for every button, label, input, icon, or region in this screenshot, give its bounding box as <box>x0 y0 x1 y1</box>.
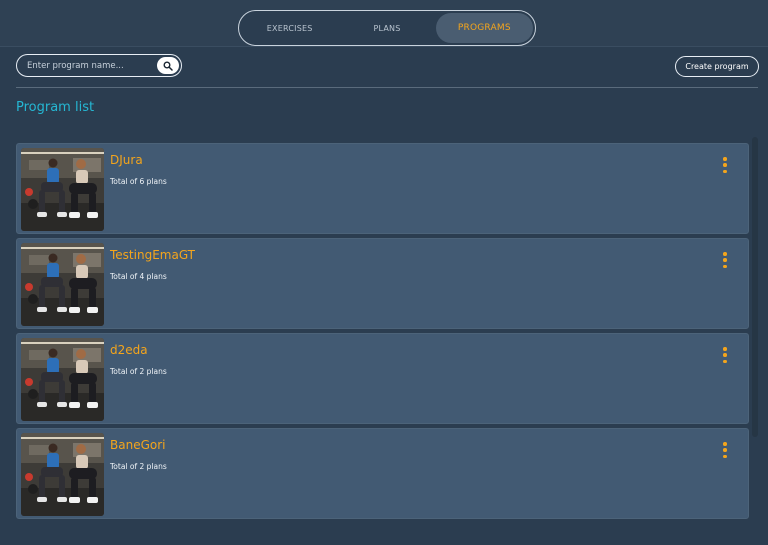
tab-programs[interactable]: PROGRAMS <box>435 13 533 43</box>
program-name: TestingEmaGT <box>110 248 196 262</box>
program-card[interactable]: BaneGori Total of 2 plans <box>16 428 749 519</box>
top-bar: EXERCISES PLANS PROGRAMS <box>0 0 768 47</box>
search-icon <box>163 61 173 71</box>
program-name: d2eda <box>110 343 148 357</box>
program-list: DJura Total of 6 plans TestingEmaGT Tota… <box>16 137 758 527</box>
more-options-icon[interactable] <box>720 251 730 269</box>
program-plan-count: Total of 2 plans <box>110 367 167 376</box>
more-options-icon[interactable] <box>720 441 730 459</box>
page-title: Program list <box>16 100 95 115</box>
search-input[interactable] <box>27 60 157 71</box>
scroll-thumb[interactable] <box>752 137 758 437</box>
tab-plans[interactable]: PLANS <box>338 13 435 43</box>
program-plan-count: Total of 4 plans <box>110 272 167 281</box>
program-plan-count: Total of 2 plans <box>110 462 167 471</box>
scrollbar[interactable] <box>752 137 758 527</box>
divider <box>16 87 758 88</box>
program-name: DJura <box>110 153 143 167</box>
section-tabs: EXERCISES PLANS PROGRAMS <box>238 10 536 46</box>
program-thumbnail <box>21 243 104 326</box>
create-program-button[interactable]: Create program <box>675 56 759 77</box>
tab-exercises[interactable]: EXERCISES <box>241 13 338 43</box>
program-card[interactable]: DJura Total of 6 plans <box>16 143 749 234</box>
search-button[interactable] <box>157 57 179 74</box>
program-card[interactable]: d2eda Total of 2 plans <box>16 333 749 424</box>
program-card[interactable]: TestingEmaGT Total of 4 plans <box>16 238 749 329</box>
search-box <box>16 54 182 77</box>
more-options-icon[interactable] <box>720 346 730 364</box>
program-thumbnail <box>21 433 104 516</box>
program-name: BaneGori <box>110 438 166 452</box>
more-options-icon[interactable] <box>720 156 730 174</box>
program-plan-count: Total of 6 plans <box>110 177 167 186</box>
program-thumbnail <box>21 338 104 421</box>
program-thumbnail <box>21 148 104 231</box>
